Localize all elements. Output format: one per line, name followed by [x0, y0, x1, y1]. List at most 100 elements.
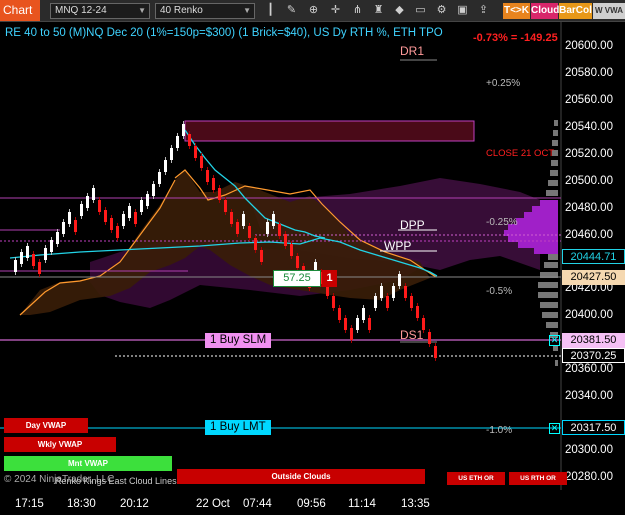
draw-tools-icon[interactable]: ✎	[283, 2, 300, 19]
up-brick	[398, 274, 401, 286]
wpp-label: WPP	[384, 239, 412, 253]
down-brick	[290, 244, 293, 256]
down-brick	[134, 212, 137, 224]
price-tick-label: 20360.00	[565, 363, 613, 376]
up-brick	[80, 204, 83, 216]
down-brick	[224, 200, 227, 212]
profile-bar	[534, 248, 558, 254]
down-brick	[74, 220, 77, 232]
outside-clouds-button[interactable]: Outside Clouds	[177, 469, 425, 484]
change-percent-label: -0.73% = -149.25	[473, 32, 558, 44]
up-brick	[146, 194, 149, 206]
down-brick	[236, 222, 239, 234]
up-brick	[170, 148, 173, 160]
time-tick-label: 22 Oct	[196, 498, 230, 510]
dr1-label: DR1	[400, 44, 425, 58]
down-brick	[116, 226, 119, 238]
profile-bar	[540, 200, 558, 206]
price-tick-label: 20400.00	[565, 309, 613, 322]
down-brick	[416, 306, 419, 318]
last-price-marker: 20370.25	[562, 348, 625, 363]
screenshot-icon[interactable]: ▣	[454, 2, 471, 19]
time-tick-label: 20:12	[120, 498, 149, 510]
up-brick	[392, 286, 395, 298]
w-vwap-button[interactable]: W VWA	[593, 3, 625, 19]
profile-bar	[540, 302, 558, 308]
time-tick-label: 09:56	[297, 498, 326, 510]
up-brick	[182, 124, 185, 136]
minus-025-pct-label: -0.25%	[486, 217, 518, 228]
down-brick	[344, 318, 347, 330]
cloud-button[interactable]: Cloud	[531, 3, 559, 19]
profile-bar	[548, 180, 558, 186]
down-brick	[338, 308, 341, 320]
crosshair-icon[interactable]: ✛	[327, 2, 344, 19]
position-avg-price[interactable]: 57.25	[273, 270, 321, 287]
buy-lmt-order[interactable]: 1 Buy LMT	[205, 420, 271, 435]
instrument-selector[interactable]: MNQ 12-24 ▼	[50, 3, 150, 19]
up-brick	[266, 222, 269, 234]
down-brick	[206, 170, 209, 182]
price-tick-label: 20280.00	[565, 471, 613, 484]
profile-bar	[548, 254, 558, 260]
price-tick-label: 20540.00	[565, 120, 613, 133]
wkly-vwap-button[interactable]: Wkly VWAP	[4, 437, 116, 452]
magnet-icon[interactable]: ⋔	[349, 2, 366, 19]
chart-tab[interactable]: Chart	[0, 0, 40, 21]
up-brick	[92, 188, 95, 200]
profile-bar	[516, 218, 558, 224]
down-brick	[410, 296, 413, 308]
down-brick	[350, 328, 353, 340]
profile-bar	[555, 360, 558, 366]
strategies-icon[interactable]: ◆	[391, 2, 408, 19]
profile-bar	[544, 262, 558, 268]
up-brick	[122, 214, 125, 226]
profile-bar	[553, 130, 558, 136]
time-tick-label: 18:30	[67, 498, 96, 510]
properties-icon[interactable]: ⚙	[433, 2, 450, 19]
minus-05-pct-label: -0.5%	[486, 286, 513, 297]
down-brick	[428, 332, 431, 344]
us-rth-or-button[interactable]: US RTH OR	[509, 472, 567, 485]
profile-bar	[538, 282, 558, 288]
bar-style-icon[interactable]: ┃	[262, 2, 279, 19]
price-tick-label: 20500.00	[565, 174, 613, 187]
position-quantity[interactable]: 1	[322, 270, 337, 287]
zoom-icon[interactable]: ⊕	[305, 2, 322, 19]
bar-type-selector[interactable]: 40 Renko ▼	[155, 3, 255, 19]
up-brick	[374, 296, 377, 308]
bar-type-label: 40 Renko	[160, 5, 203, 16]
share-icon[interactable]: ⇪	[475, 2, 492, 19]
down-brick	[296, 256, 299, 268]
down-brick	[254, 238, 257, 250]
time-tick-label: 13:35	[401, 498, 430, 510]
buy-slm-order[interactable]: 1 Buy SLM	[205, 333, 272, 348]
up-brick	[26, 246, 29, 258]
down-brick	[110, 218, 113, 230]
us-eth-or-button[interactable]: US ETH OR	[447, 472, 505, 485]
down-brick	[404, 286, 407, 298]
chart-title: RE 40 to 50 (M)NQ Dec 20 (1%=150p=$300) …	[5, 27, 443, 39]
indicators-icon[interactable]: ♜	[370, 2, 387, 19]
price-tick-label: 20600.00	[565, 40, 613, 52]
profile-bar	[554, 120, 558, 126]
down-brick	[98, 200, 101, 212]
chevron-down-icon: ▼	[243, 6, 251, 15]
down-brick	[200, 156, 203, 168]
mnt-vwap-button[interactable]: Mnt VWAP	[4, 456, 172, 471]
profile-bar	[524, 212, 558, 218]
time-tick-label: 07:44	[243, 498, 272, 510]
up-brick	[14, 260, 17, 272]
tk-button[interactable]: T<>K	[503, 3, 530, 19]
down-brick	[434, 346, 437, 358]
cancel-limit-order-icon[interactable]: ✕	[549, 423, 560, 434]
price-tick-label: 20340.00	[565, 390, 613, 403]
day-vwap-button[interactable]: Day VWAP	[4, 418, 88, 433]
barcol-button[interactable]: BarCol	[559, 3, 592, 19]
profile-bar	[551, 160, 558, 166]
down-brick	[32, 254, 35, 266]
cancel-stop-order-icon[interactable]: ✕	[549, 335, 560, 346]
profile-bar	[542, 312, 558, 318]
templates-icon[interactable]: ▭	[412, 2, 429, 19]
cyan-price-marker: 20444.71	[562, 249, 625, 264]
